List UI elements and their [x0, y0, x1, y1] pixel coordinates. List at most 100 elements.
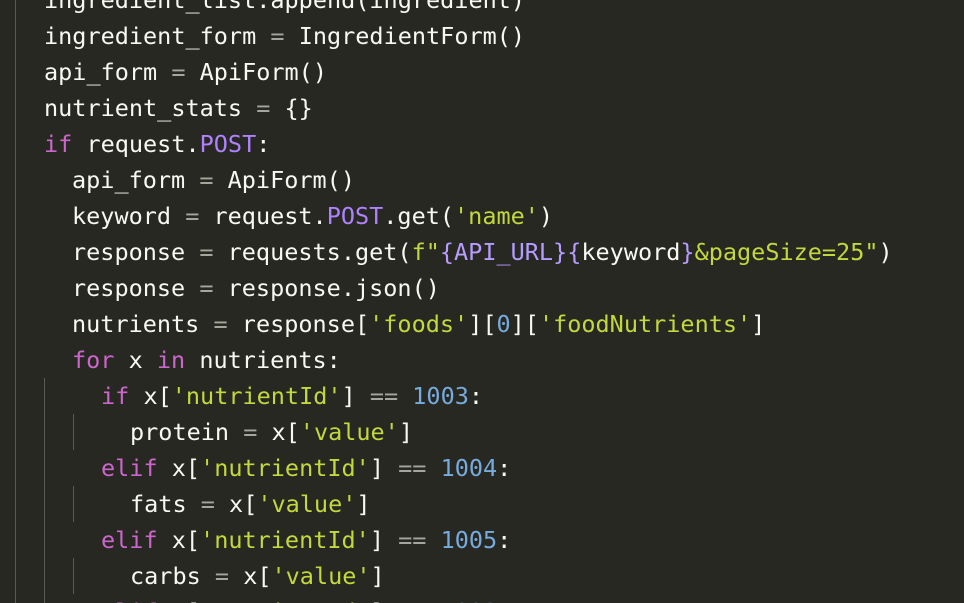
code-line[interactable]: elif x['nutrientId'] == 1005:	[0, 522, 964, 558]
code-token: x[	[243, 562, 272, 590]
code-token: x	[114, 346, 157, 374]
code-token: ][	[468, 310, 497, 338]
code-line[interactable]: fats = x['value']	[0, 486, 964, 522]
code-token: nutrient_stats	[44, 94, 243, 122]
indent-guide	[44, 378, 45, 414]
code-token: &pageSize=25"	[694, 238, 879, 266]
code-line[interactable]: for x in nutrients:	[0, 342, 964, 378]
indent-guide	[15, 594, 16, 603]
code-line[interactable]: api_form = ApiForm()	[0, 54, 964, 90]
code-token: ]	[751, 310, 766, 338]
code-token: ingredient_list.append(ingredient)	[44, 0, 526, 14]
code-token: ==	[398, 454, 427, 482]
code-token: response.json()	[227, 274, 440, 302]
code-token: =	[186, 490, 230, 518]
indent-guide	[15, 18, 16, 54]
code-token: api_form	[72, 166, 186, 194]
indent-guide	[15, 270, 16, 306]
code-text: nutrients = response['foods'][0]['foodNu…	[72, 306, 765, 342]
code-line[interactable]: if request.POST:	[0, 126, 964, 162]
code-line[interactable]: nutrients = response['foods'][0]['foodNu…	[0, 306, 964, 342]
indent-guide	[15, 522, 16, 558]
code-token: x[	[158, 598, 200, 603]
code-token: ]	[370, 562, 385, 590]
indent-guide	[73, 486, 74, 522]
code-token: 'value'	[299, 418, 399, 446]
code-token: 'nutrientId'	[200, 598, 370, 603]
code-token: if	[44, 130, 73, 158]
code-text: response = response.json()	[72, 270, 440, 306]
code-line[interactable]: if x['nutrientId'] == 1003:	[0, 378, 964, 414]
code-token: response	[72, 238, 186, 266]
code-text: api_form = ApiForm()	[72, 162, 355, 198]
code-line[interactable]: elif x['nutrientId'] == 1008:	[0, 594, 964, 603]
code-token: 1008	[441, 598, 498, 603]
code-token: x[	[157, 454, 201, 482]
code-token: =	[229, 418, 272, 446]
code-token: nutrients:	[185, 346, 341, 374]
code-token: IngredientForm()	[298, 22, 526, 50]
code-token: in	[156, 346, 186, 374]
code-token: 'nutrientId'	[200, 526, 370, 554]
code-text: for x in nutrients:	[72, 342, 341, 378]
code-token: keyword	[72, 202, 172, 230]
code-token: ]	[341, 382, 370, 410]
code-token: 'nutrientId'	[200, 454, 370, 482]
indent-guide	[15, 162, 16, 198]
code-token: ApiForm()	[227, 166, 355, 194]
code-token: x[	[271, 418, 300, 446]
code-token: ==	[369, 382, 399, 410]
code-editor[interactable]: ingredient_list.append(ingredient)ingred…	[0, 0, 964, 603]
code-token: 1005	[440, 526, 498, 554]
code-token: f"	[411, 238, 440, 266]
code-text: carbs = x['value']	[130, 558, 385, 594]
code-token: :	[497, 454, 512, 482]
indent-guide	[44, 522, 45, 558]
code-token: ==	[398, 598, 426, 603]
code-line[interactable]: ingredient_list.append(ingredient)	[0, 0, 964, 18]
code-token: )	[878, 238, 893, 266]
code-token: ]	[369, 526, 399, 554]
code-token: request.	[72, 130, 200, 158]
indent-guide	[44, 558, 45, 594]
code-token: keyword	[581, 238, 681, 266]
indent-guide	[15, 414, 16, 450]
code-token: protein	[130, 418, 230, 446]
code-line[interactable]: api_form = ApiForm()	[0, 162, 964, 198]
code-text: fats = x['value']	[130, 486, 371, 522]
code-line[interactable]: keyword = request.POST.get('name')	[0, 198, 964, 234]
indent-guide	[73, 414, 74, 450]
indent-guide	[15, 0, 16, 18]
code-token: =	[171, 202, 214, 230]
code-text: ingredient_form = IngredientForm()	[44, 18, 525, 54]
indent-guide	[44, 486, 45, 522]
code-token: elif	[101, 526, 158, 554]
code-line[interactable]: protein = x['value']	[0, 414, 964, 450]
code-line[interactable]: response = response.json()	[0, 270, 964, 306]
code-text: keyword = request.POST.get('name')	[72, 198, 553, 234]
code-token: 'name'	[454, 202, 539, 230]
code-token: :	[497, 526, 512, 554]
indent-guide	[15, 54, 16, 90]
code-line[interactable]: nutrient_stats = {}	[0, 90, 964, 126]
code-token: {}	[284, 94, 313, 122]
code-line[interactable]: elif x['nutrientId'] == 1004:	[0, 450, 964, 486]
code-line[interactable]: response = requests.get(f"{API_URL}{keyw…	[0, 234, 964, 270]
code-token: :	[497, 598, 511, 603]
indent-guide	[15, 486, 16, 522]
code-token: ingredient_form	[44, 22, 257, 50]
code-token: 'foodNutrients'	[538, 310, 752, 338]
code-token: request.	[213, 202, 327, 230]
code-token: =	[199, 310, 242, 338]
code-text: nutrient_stats = {}	[44, 90, 313, 126]
code-text: elif x['nutrientId'] == 1005:	[101, 522, 511, 558]
code-token: 'value'	[271, 562, 371, 590]
code-line[interactable]: ingredient_form = IngredientForm()	[0, 18, 964, 54]
code-line[interactable]: carbs = x['value']	[0, 558, 964, 594]
code-text: if x['nutrientId'] == 1003:	[101, 378, 483, 414]
code-token: :	[256, 130, 271, 158]
code-text: response = requests.get(f"{API_URL}{keyw…	[72, 234, 893, 270]
